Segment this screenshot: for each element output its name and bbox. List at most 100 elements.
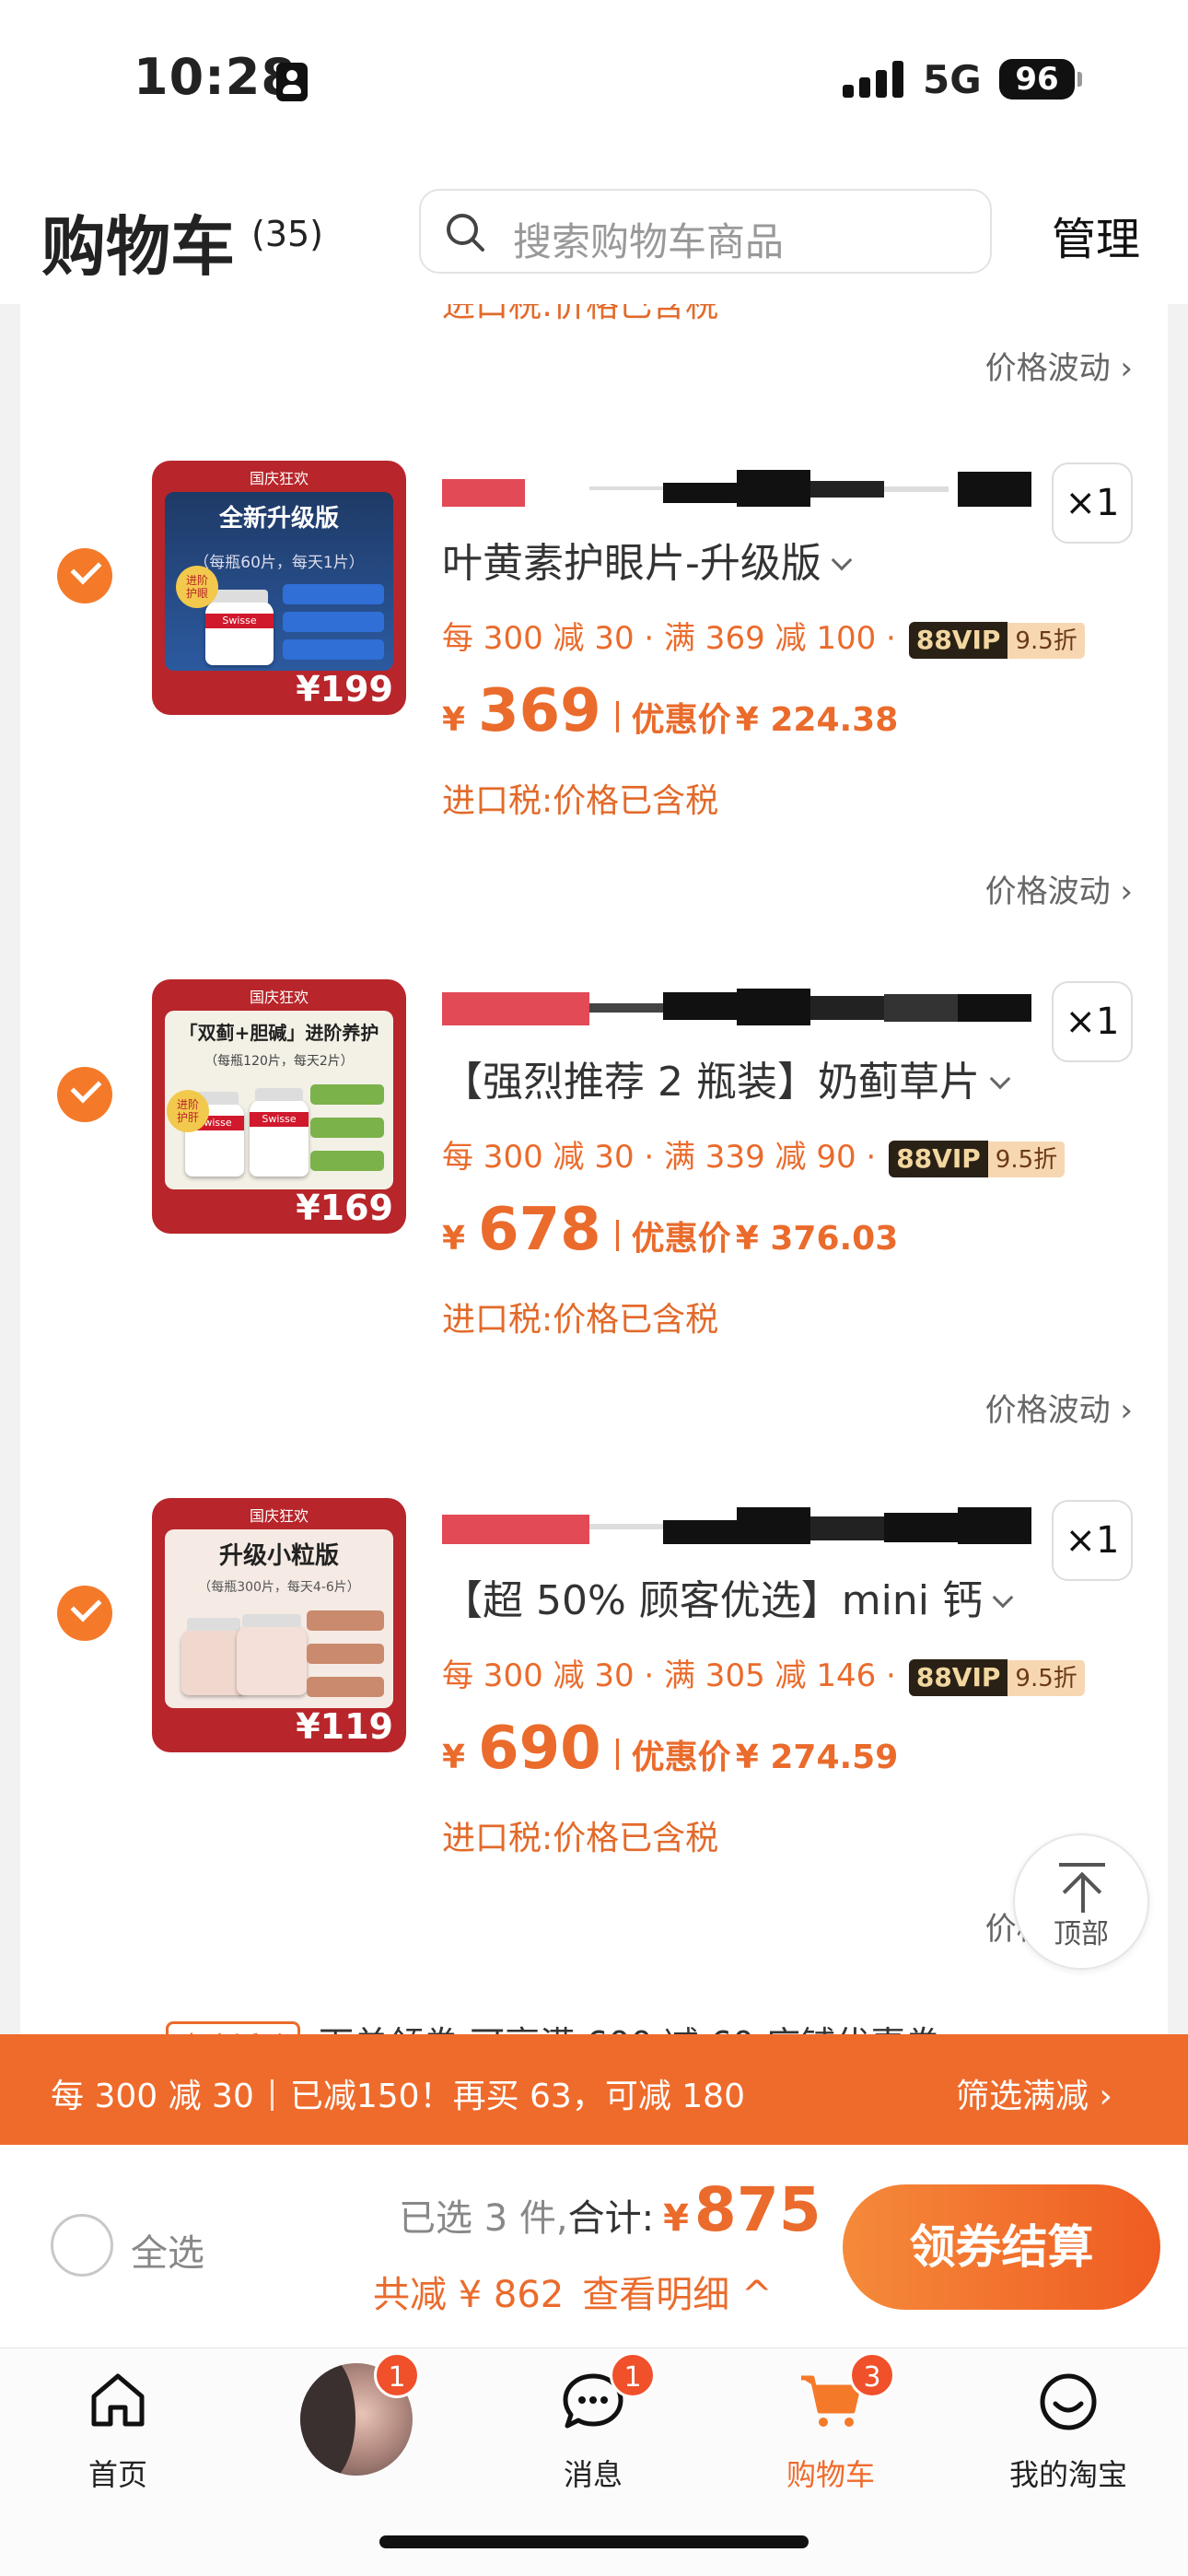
- thumb-sub: （每瓶120片，每天2片）: [204, 1054, 354, 1069]
- cart-item: 国庆狂欢 全新升级版 （每瓶60片，每天1片） Swisse 进阶 护眼 ¥199: [20, 442, 1168, 866]
- smile-face-icon: [1040, 2373, 1097, 2430]
- search-icon: [447, 214, 484, 252]
- vip-badge: 88VIP 9.5折: [908, 621, 1085, 659]
- promo-strip: 每 300 减 30 已减150！再买 63，可减 180 筛选满减 ›: [0, 2034, 1188, 2145]
- notification-badge: 1: [610, 2352, 656, 2398]
- tab-recommend[interactable]: 1: [263, 2348, 448, 2533]
- home-icon: [91, 2373, 145, 2427]
- price-row: ¥690 优惠价 ¥ 274.59: [442, 1715, 899, 1783]
- feature-chip: [310, 1118, 384, 1138]
- tax-info: 进口税:价格已含税: [442, 1820, 719, 1857]
- quantity-stepper[interactable]: ×1: [1052, 981, 1133, 1062]
- selected-count: 已选 3 件,: [399, 2197, 568, 2240]
- price-row: ¥369 优惠价 ¥ 224.38: [442, 677, 899, 745]
- select-all-label[interactable]: 全选: [131, 2223, 204, 2277]
- manage-button[interactable]: 管理: [1052, 203, 1140, 267]
- view-details-link: 查看明细 ^: [582, 2274, 773, 2316]
- thumb-sub: （每瓶300片，每天4-6片）: [198, 1580, 360, 1595]
- promo-text: 每 300 减 30 · 满 305 减 146 · 88VIP 9.5折: [442, 1650, 1085, 1696]
- tab-cart[interactable]: 3 购物车: [739, 2348, 923, 2533]
- page-title: 购物车: [41, 209, 235, 285]
- item-checkbox[interactable]: [57, 548, 112, 603]
- price-fluctuation-link[interactable]: 价格波动 ›: [985, 1385, 1133, 1430]
- item-price: 369: [478, 677, 601, 745]
- tab-messages[interactable]: 1 消息: [501, 2348, 685, 2533]
- vip-badge: 88VIP 9.5折: [908, 1658, 1085, 1696]
- feature-chip: [283, 584, 384, 604]
- product-name[interactable]: 【强烈推荐 2 瓶装】奶蓟草片: [442, 1048, 1011, 1107]
- feature-chip: [307, 1677, 384, 1697]
- price-fluctuation-link[interactable]: 价格波动 ›: [985, 866, 1133, 911]
- thumb-price: ¥119: [296, 1706, 393, 1747]
- tab-home[interactable]: 首页: [26, 2348, 210, 2533]
- thumb-event-tag: 国庆狂欢: [249, 1507, 309, 1525]
- thumb-title: 「双蓟+胆碱」进阶养护: [179, 1022, 379, 1044]
- vip-badge: 88VIP 9.5折: [889, 1140, 1066, 1177]
- network-type: 5G: [923, 57, 982, 102]
- thumb-panel: 升级小粒版 （每瓶300片，每天4-6片）: [165, 1529, 393, 1708]
- promo-text: 每 300 减 30 · 满 369 减 100 · 88VIP 9.5折: [442, 613, 1085, 659]
- feature-chip: [307, 1610, 384, 1631]
- thumb-price: ¥169: [296, 1188, 393, 1228]
- product-name[interactable]: 【超 50% 顾客优选】mini 钙: [442, 1567, 1014, 1626]
- feature-chip: [283, 612, 384, 632]
- price-fluctuation-link[interactable]: 价格波动 ›: [985, 343, 1133, 388]
- promo-strip-text: 每 300 减 30 已减150！再买 63，可减 180: [51, 2078, 745, 2115]
- item-price: 678: [478, 1196, 601, 1264]
- thumb-title: 升级小粒版: [218, 1542, 339, 1570]
- total-amount: 875: [693, 2174, 821, 2245]
- chevron-down-icon: [992, 1587, 1014, 1609]
- total-line: 已选 3 件,合计: ¥875: [399, 2174, 821, 2245]
- bottle-image: [237, 1614, 307, 1695]
- item-checkbox[interactable]: [57, 1586, 112, 1641]
- tax-info: 进口税:价格已含税: [442, 1301, 719, 1339]
- cart-list: 进口税:价格已含税 价格波动 › 国庆狂欢 全新升级版 （每瓶60片，每天1片）…: [20, 304, 1168, 2055]
- battery-tip: [1077, 72, 1082, 87]
- thumb-price: ¥199: [296, 669, 393, 709]
- status-time: 10:28: [134, 48, 297, 106]
- battery-icon: 96: [999, 59, 1075, 100]
- thumb-event-tag: 国庆狂欢: [249, 470, 309, 487]
- deal-label: 优惠价: [631, 1220, 731, 1258]
- product-name[interactable]: 叶黄素护眼片-升级版: [442, 530, 853, 589]
- checkout-button[interactable]: 领券结算: [843, 2184, 1160, 2310]
- bottle-image: Swisse: [250, 1088, 309, 1177]
- redacted-store-name: [442, 1507, 1031, 1544]
- item-price: 690: [478, 1715, 601, 1783]
- thumb-panel: 「双蓟+胆碱」进阶养护 （每瓶120片，每天2片） Swisse Swisse …: [165, 1011, 393, 1189]
- cart-item: 国庆狂欢 升级小粒版 （每瓶300片，每天4-6片） ¥119 ×1 【超 50…: [20, 1480, 1168, 1903]
- home-indicator[interactable]: [379, 2535, 809, 2548]
- product-image[interactable]: 国庆狂欢 全新升级版 （每瓶60片，每天1片） Swisse 进阶 护眼 ¥199: [152, 461, 406, 715]
- notification-badge: 1: [374, 2352, 420, 2398]
- quantity-stepper[interactable]: ×1: [1052, 463, 1133, 544]
- deal-price: ¥ 376.03: [735, 1220, 899, 1258]
- back-to-top-button[interactable]: 顶部: [1013, 1833, 1149, 1970]
- sum-label: 合计:: [567, 2197, 655, 2240]
- thumb-badge: 进阶 护眼: [176, 566, 218, 608]
- feature-chip: [307, 1644, 384, 1664]
- select-all-checkbox[interactable]: [51, 2214, 113, 2277]
- thumb-title: 全新升级版: [218, 505, 339, 533]
- quantity-stepper[interactable]: ×1: [1052, 1500, 1133, 1581]
- cart-count: (35): [251, 214, 324, 254]
- deal-price: ¥ 274.59: [735, 1739, 899, 1776]
- signal-icon: [843, 61, 903, 98]
- previous-item-tax: 进口税:价格已含税: [442, 304, 719, 324]
- filter-discount-button[interactable]: 筛选满减 ›: [956, 2069, 1112, 2117]
- search-placeholder: 搜索购物车商品: [513, 219, 785, 264]
- tab-my-taobao[interactable]: 我的淘宝: [976, 2348, 1160, 2533]
- item-checkbox[interactable]: [57, 1067, 112, 1122]
- cart-header: 购物车 (35) 搜索购物车商品 管理: [0, 157, 1188, 304]
- discount-summary[interactable]: 共减 ¥ 862 查看明细 ^: [373, 2265, 772, 2318]
- thumb-badge: 进阶 护肝: [167, 1090, 209, 1132]
- feature-chip: [283, 639, 384, 660]
- product-image[interactable]: 国庆狂欢 「双蓟+胆碱」进阶养护 （每瓶120片，每天2片） Swisse Sw…: [152, 979, 406, 1234]
- product-image[interactable]: 国庆狂欢 升级小粒版 （每瓶300片，每天4-6片） ¥119: [152, 1498, 406, 1752]
- chevron-down-icon: [989, 1068, 1011, 1090]
- checkout-bar: 全选 已选 3 件,合计: ¥875 共减 ¥ 862 查看明细 ^ 领券结算: [0, 2145, 1188, 2348]
- redacted-store-name: [442, 470, 1031, 507]
- price-row: ¥678 优惠价 ¥ 376.03: [442, 1196, 899, 1264]
- feature-chip: [310, 1151, 384, 1171]
- bottle-image: Swisse: [205, 590, 274, 665]
- search-input[interactable]: 搜索购物车商品: [419, 189, 992, 274]
